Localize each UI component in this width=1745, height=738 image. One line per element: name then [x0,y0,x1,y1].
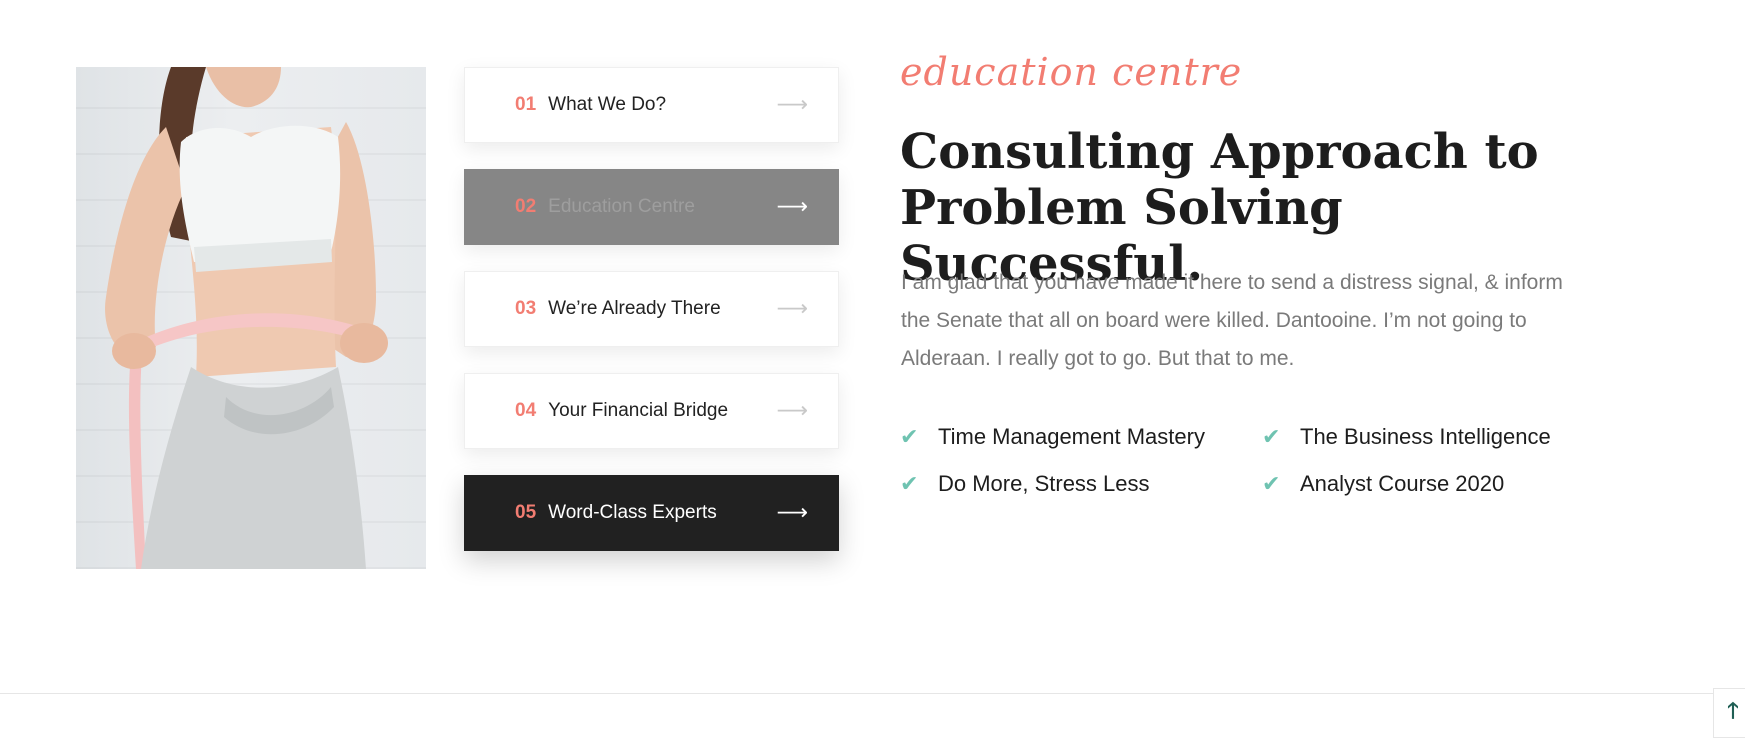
arrow-right-icon: ⟶ [776,92,808,118]
check-icon: ✔ [900,424,919,450]
tab-number: 05 [515,502,537,523]
tab-financial-bridge[interactable]: 04 Your Financial Bridge ⟶ [464,373,839,449]
tab-label: Your Financial Bridge [548,400,729,421]
tab-label: Education Centre [548,196,695,217]
tab-already-there[interactable]: 03 We’re Already There ⟶ [464,271,839,347]
tab-number: 04 [515,400,537,421]
check-icon: ✔ [1262,424,1281,450]
arrow-right-icon: ⟶ [776,500,808,526]
feature-label: Do More, Stress Less [938,471,1150,496]
tab-label: We’re Already There [548,298,721,319]
tab-label: What We Do? [548,94,667,115]
feature-label: The Business Intelligence [1300,424,1551,449]
section-description: I am glad that you have made it here to … [901,271,1563,370]
tab-what-we-do[interactable]: 01 What We Do? ⟶ [464,67,839,143]
tab-label: Word-Class Experts [548,502,717,523]
arrow-right-icon: ⟶ [776,194,808,220]
feature-item: ✔ Do More, Stress Less [900,471,1150,497]
fitness-photo [76,67,426,569]
arrow-up-icon: 🡑 [1727,699,1739,724]
tab-number: 01 [515,94,537,115]
feature-label: Time Management Mastery [938,424,1205,449]
tab-education-centre[interactable]: 02 Education Centre ⟶ [464,169,839,245]
tab-word-class-experts[interactable]: 05 Word-Class Experts ⟶ [464,475,839,551]
feature-item: ✔ The Business Intelligence [1262,424,1551,450]
arrow-right-icon: ⟶ [776,296,808,322]
feature-item: ✔ Analyst Course 2020 [1262,471,1504,497]
section-divider [0,693,1745,694]
fitness-illustration [105,67,388,569]
feature-item: ✔ Time Management Mastery [900,424,1205,450]
script-subtitle: education centre [900,50,1243,94]
tab-number: 02 [515,196,537,217]
tab-number: 03 [515,298,537,319]
feature-label: Analyst Course 2020 [1300,471,1505,496]
arrow-right-icon: ⟶ [776,398,808,424]
check-icon: ✔ [900,471,919,497]
back-to-top-button[interactable]: 🡑 [1713,688,1745,738]
heading-line-1: Consulting Approach to [900,124,1539,180]
check-icon: ✔ [1262,471,1281,497]
